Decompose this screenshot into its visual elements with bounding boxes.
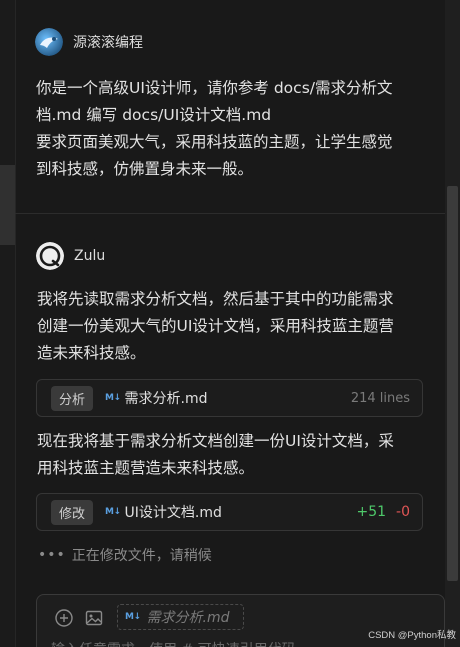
- edit-file-name[interactable]: UI设计文档.md: [125, 502, 222, 522]
- progress-status: ••• 正在修改文件，请稍候: [38, 545, 212, 565]
- read-line-count: 214 lines: [350, 390, 410, 406]
- assistant-intro-text: 我将先读取需求分析文档，然后基于其中的功能需求 创建一份美观大气的UI设计文档，…: [37, 290, 394, 362]
- markdown-icon: M↓: [105, 393, 121, 403]
- left-editor-band: [0, 165, 15, 245]
- assistant-avatar: [36, 242, 64, 270]
- read-file-card[interactable]: 分析 M↓ 需求分析.md 214 lines: [36, 379, 423, 417]
- markdown-icon: M↓: [105, 507, 121, 517]
- context-file-chip[interactable]: M↓ 需求分析.md: [117, 604, 244, 630]
- status-text: 正在修改文件，请稍候: [71, 548, 212, 564]
- chat-input-placeholder[interactable]: 输入任意需求，使用 # 可快速引用代码: [51, 639, 296, 647]
- user-author-name: 源滚滚编程: [73, 35, 143, 51]
- image-upload-icon[interactable]: [84, 608, 104, 628]
- add-context-icon[interactable]: [54, 608, 74, 628]
- edit-file-card[interactable]: 修改 M↓ UI设计文档.md +51 -0: [36, 493, 423, 531]
- read-action-chip: 分析: [51, 385, 94, 411]
- left-editor-strip: [0, 0, 15, 647]
- assistant-author-name: Zulu: [74, 248, 106, 264]
- context-file-label: 需求分析.md: [146, 610, 230, 626]
- additions-count: +51: [356, 504, 387, 520]
- assistant-author-row: Zulu: [36, 242, 105, 270]
- user-author-row: 源滚滚编程: [35, 28, 143, 56]
- watermark: CSDN @Python私教: [368, 630, 456, 641]
- user-message-text: 你是一个高级UI设计师，请你参考 docs/需求分析文 档.md 编写 docs…: [36, 79, 393, 178]
- deletions-count: -0: [396, 504, 410, 520]
- markdown-icon: M↓: [125, 612, 141, 622]
- assistant-followup-text: 现在我将基于需求分析文档创建一份UI设计文档，采 用科技蓝主题营造未来科技感。: [37, 432, 394, 477]
- user-message: 源滚滚编程 你是一个高级UI设计师，请你参考 docs/需求分析文 档.md 编…: [15, 0, 445, 214]
- scrollbar-thumb[interactable]: [447, 186, 458, 581]
- edit-action-chip: 修改: [51, 499, 94, 525]
- read-file-name[interactable]: 需求分析.md: [125, 388, 208, 408]
- user-avatar: [35, 28, 63, 56]
- loading-dots-icon: •••: [38, 547, 66, 563]
